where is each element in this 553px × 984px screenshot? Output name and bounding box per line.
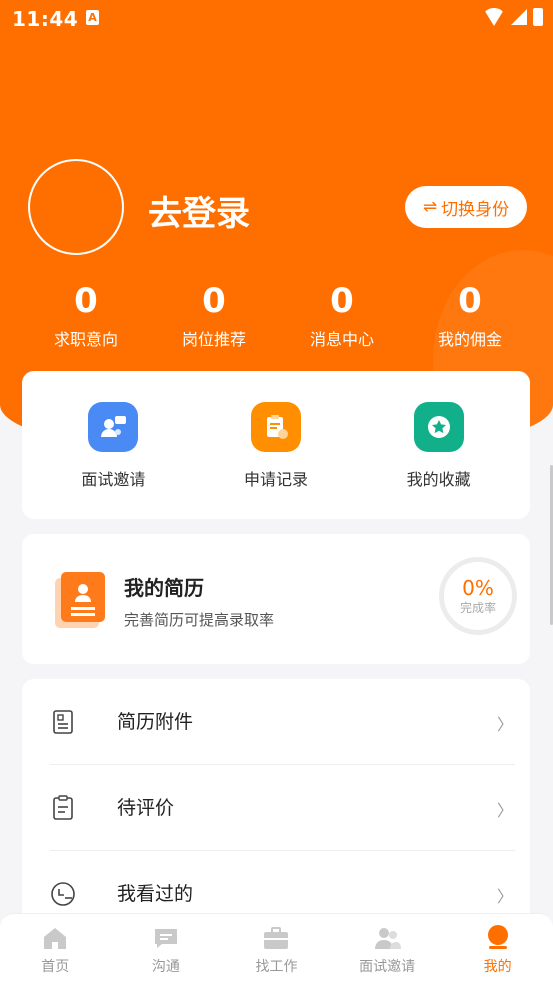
avatar[interactable] xyxy=(28,159,124,255)
stat-message-center[interactable]: 0 消息中心 xyxy=(278,280,406,350)
menu-item-label: 我看过的 xyxy=(117,883,194,905)
stat-label: 求职意向 xyxy=(53,330,118,349)
tab-label: 首页 xyxy=(41,959,70,975)
interview-icon xyxy=(373,924,402,950)
resume-attachment-icon xyxy=(50,709,76,735)
login-link[interactable]: 去登录 xyxy=(148,186,250,235)
stat-label: 我的佣金 xyxy=(437,330,502,349)
chevron-right-icon: 〉 xyxy=(496,887,513,906)
status-time: 11:44 xyxy=(12,7,79,31)
chat-icon xyxy=(152,924,180,950)
switch-identity-button[interactable]: ⇌ 切换身份 xyxy=(405,186,527,228)
quick-action-label: 我的收藏 xyxy=(406,470,471,489)
application-record-icon xyxy=(250,402,301,452)
history-icon xyxy=(50,881,76,907)
resume-card[interactable]: 我的简历 完善简历可提高录取率 0% 完成率 xyxy=(22,534,530,664)
resume-progress-ring: 0% 完成率 xyxy=(439,557,517,635)
tab-profile[interactable]: 我的 xyxy=(442,914,553,984)
stat-value: 0 xyxy=(458,281,482,321)
stats-row: 0 求职意向 0 岗位推荐 0 消息中心 0 我的佣金 xyxy=(22,280,534,350)
quick-actions-card: 面试邀请 申请记录 我的收藏 xyxy=(22,371,530,519)
stat-label: 岗位推荐 xyxy=(181,330,246,349)
star-icon xyxy=(413,402,464,452)
quick-action-label: 申请记录 xyxy=(243,470,308,489)
stat-value: 0 xyxy=(74,281,98,321)
status-bar: 11:44 A xyxy=(0,0,553,38)
bottom-tab-bar: 首页 沟通 找工作 面试邀请 我的 xyxy=(0,913,553,984)
tab-label: 沟通 xyxy=(151,959,180,975)
home-icon xyxy=(41,924,69,950)
tab-chat[interactable]: 沟通 xyxy=(111,914,222,984)
resume-progress-label: 完成率 xyxy=(459,601,496,615)
profile-icon xyxy=(484,924,512,950)
stat-job-intention[interactable]: 0 求职意向 xyxy=(22,280,150,350)
menu-item-label: 简历附件 xyxy=(117,711,194,733)
chevron-right-icon: 〉 xyxy=(496,715,513,734)
menu-item-label: 待评价 xyxy=(117,797,175,819)
tab-label: 面试邀请 xyxy=(359,959,416,975)
wifi-icon xyxy=(483,8,505,26)
menu-list: 简历附件 〉 待评价 〉 我看过的 〉 xyxy=(22,679,530,939)
briefcase-icon xyxy=(262,924,290,950)
tab-interview-invite[interactable]: 面试邀请 xyxy=(332,914,443,984)
quick-action-application-record[interactable]: 申请记录 xyxy=(206,371,346,519)
clipboard-icon xyxy=(50,795,76,821)
quick-action-interview[interactable]: 面试邀请 xyxy=(43,371,183,519)
menu-item-pending-review[interactable]: 待评价 〉 xyxy=(50,765,515,851)
menu-item-resume-attachment[interactable]: 简历附件 〉 xyxy=(50,679,515,765)
tab-find-job[interactable]: 找工作 xyxy=(221,914,332,984)
stat-label: 消息中心 xyxy=(309,330,374,349)
stat-value: 0 xyxy=(202,281,226,321)
signal-icon xyxy=(511,9,527,25)
system-icons xyxy=(483,8,543,26)
quick-action-label: 面试邀请 xyxy=(81,470,146,489)
stat-my-commission[interactable]: 0 我的佣金 xyxy=(406,280,534,350)
resume-icon xyxy=(55,572,105,628)
tab-label: 找工作 xyxy=(255,959,298,975)
resume-subtitle: 完善简历可提高录取率 xyxy=(124,611,275,629)
quick-action-favorites[interactable]: 我的收藏 xyxy=(369,371,509,519)
notification-badge-icon: A xyxy=(86,10,99,25)
tab-label: 我的 xyxy=(483,959,512,975)
interview-icon xyxy=(88,402,139,452)
switch-identity-label: 切换身份 xyxy=(441,199,510,220)
stat-value: 0 xyxy=(330,281,354,321)
stat-job-recommend[interactable]: 0 岗位推荐 xyxy=(150,280,278,350)
resume-progress-value: 0% xyxy=(462,576,494,600)
tab-home[interactable]: 首页 xyxy=(0,914,111,984)
resume-title: 我的简历 xyxy=(124,576,204,600)
battery-icon xyxy=(533,8,543,26)
switch-icon: ⇌ xyxy=(422,197,438,217)
chevron-right-icon: 〉 xyxy=(496,801,513,820)
